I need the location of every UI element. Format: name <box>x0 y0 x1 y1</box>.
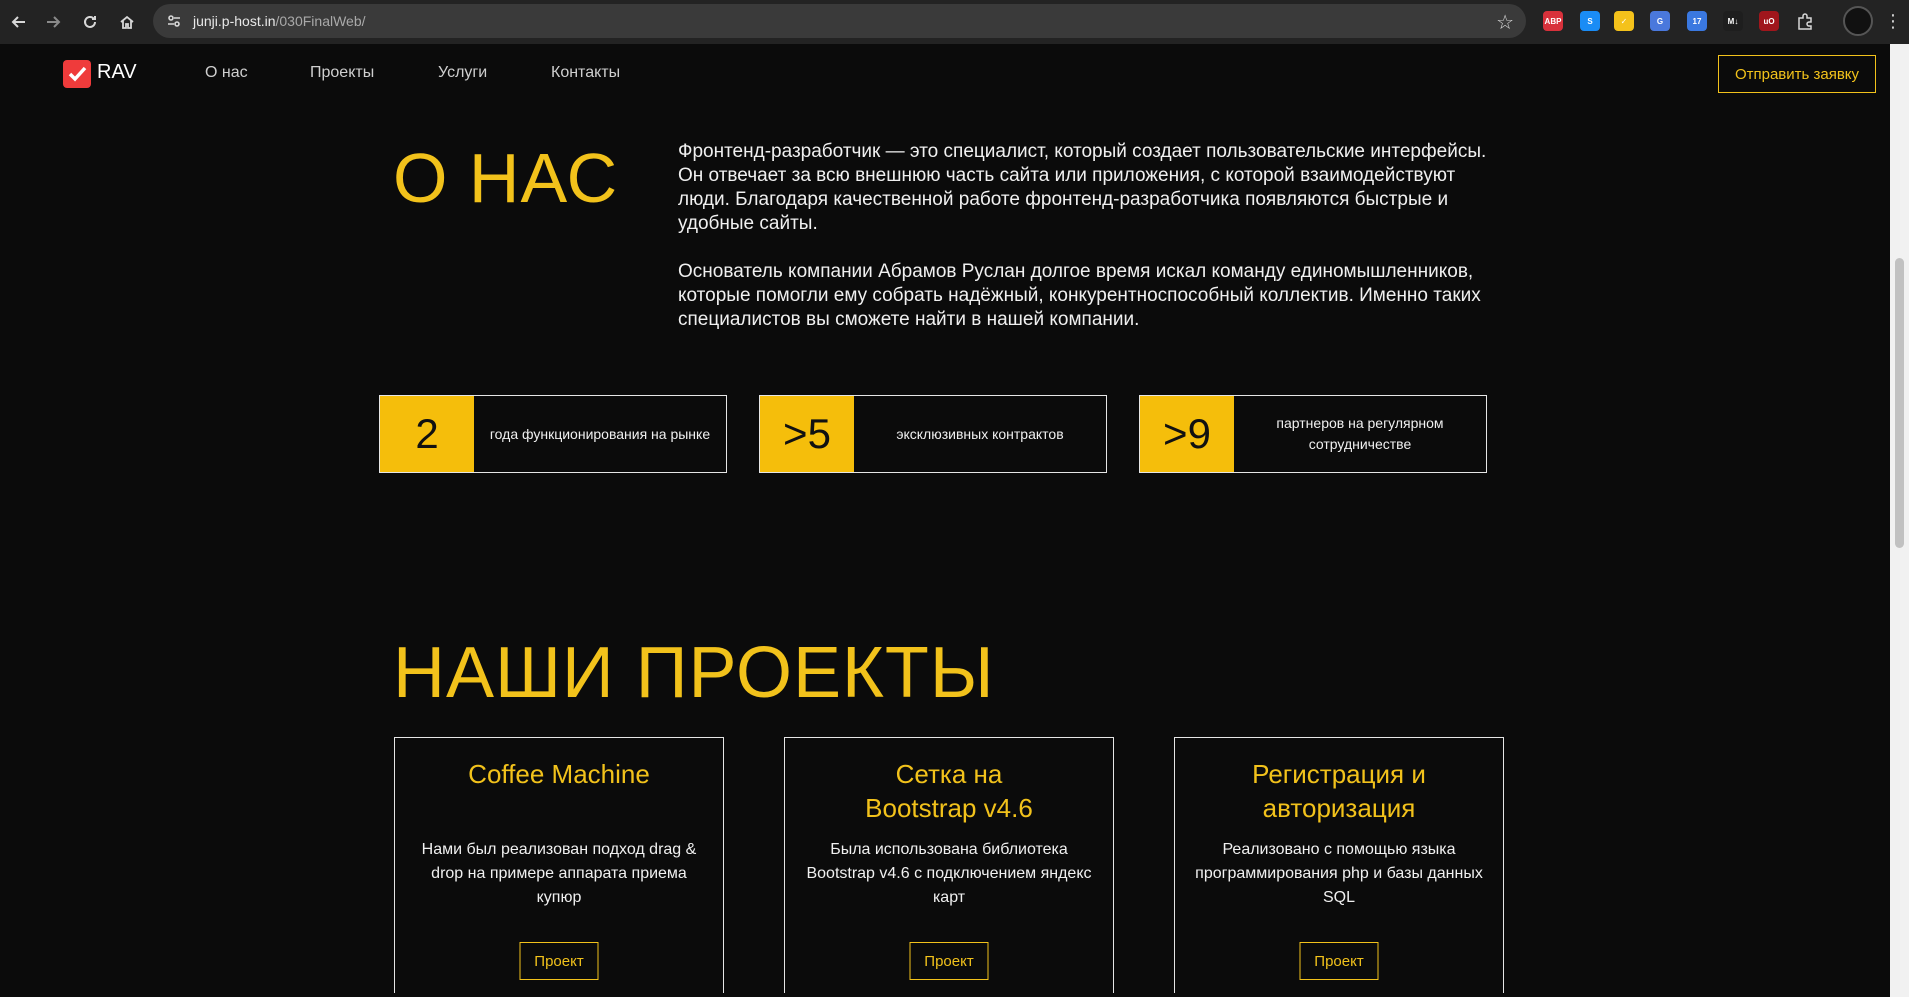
stat-label: года функционирования на рынке <box>489 425 711 442</box>
scrollbar-thumb[interactable] <box>1895 258 1904 548</box>
shazam-icon[interactable]: S <box>1580 11 1600 31</box>
project-description: Нами был реализован подход drag & drop н… <box>421 841 697 906</box>
translate-icon[interactable]: G <box>1650 11 1670 31</box>
browser-menu-icon[interactable]: ⋮ <box>1884 8 1902 34</box>
extensions-puzzle-icon[interactable] <box>1795 11 1815 31</box>
logo-check-icon[interactable] <box>63 60 91 88</box>
about-title: О НАС <box>393 139 619 217</box>
url-text: junji.p-host.in/030FinalWeb/ <box>193 13 366 29</box>
bookmark-star-icon[interactable]: ☆ <box>1496 10 1514 35</box>
address-bar[interactable]: junji.p-host.in/030FinalWeb/ ☆ <box>153 4 1526 38</box>
nav-item-projects[interactable]: Проекты <box>310 64 374 82</box>
markdown-icon[interactable]: M↓ <box>1723 11 1743 31</box>
nav-item-contacts[interactable]: Контакты <box>551 64 620 82</box>
stat-value: >5 <box>760 396 854 472</box>
project-title: Сетка на Bootstrap v4.6 <box>865 759 1033 823</box>
send-request-button[interactable]: Отправить заявку <box>1718 55 1876 93</box>
reload-icon[interactable] <box>75 7 105 37</box>
vertical-scrollbar[interactable] <box>1890 44 1909 997</box>
site-header: RAV О нас Проекты Услуги Контакты Отправ… <box>0 44 1890 102</box>
calendar-ext-icon[interactable]: 17 <box>1687 11 1707 31</box>
project-title: Coffee Machine <box>468 759 650 789</box>
stat-label: эксклюзивных контрактов <box>896 425 1064 442</box>
project-description: Была использована библиотека Bootstrap v… <box>806 841 1092 906</box>
browser-toolbar: junji.p-host.in/030FinalWeb/ ☆ ABP S ✓ G 17 M… <box>0 0 1909 44</box>
stat-value: 2 <box>380 396 474 472</box>
forward-icon[interactable] <box>38 7 68 37</box>
site-settings-icon[interactable] <box>165 12 183 30</box>
stat-card: >9 партнеров на регулярном сотрудничеств… <box>1139 395 1487 473</box>
logo-text[interactable]: RAV <box>97 61 137 84</box>
project-card: Регистрация и авторизация Реализовано с … <box>1174 737 1504 993</box>
project-button[interactable]: Проект <box>519 942 599 980</box>
project-card: Сетка на Bootstrap v4.6 Была использован… <box>784 737 1114 993</box>
projects-title: НАШИ ПРОЕКТЫ <box>393 633 995 713</box>
back-icon[interactable] <box>4 7 34 37</box>
about-text: Фронтенд-разработчик — это специалист, к… <box>678 140 1508 332</box>
stat-card: 2 года функционирования на рынке <box>379 395 727 473</box>
project-description: Реализовано с помощью языка программиров… <box>1195 841 1483 906</box>
profile-avatar[interactable] <box>1843 6 1873 36</box>
project-button[interactable]: Проект <box>909 942 989 980</box>
norton-icon[interactable]: ✓ <box>1614 11 1634 31</box>
nav-item-about[interactable]: О нас <box>205 64 248 82</box>
home-icon[interactable] <box>112 7 142 37</box>
adblock-plus-icon[interactable]: ABP <box>1543 11 1563 31</box>
stat-label: партнеров на регулярном сотрудничестве <box>1276 415 1444 452</box>
about-paragraph: Фронтенд-разработчик — это специалист, к… <box>678 141 1487 234</box>
nav-item-services[interactable]: Услуги <box>438 64 487 82</box>
ublock-icon[interactable]: uO <box>1759 11 1779 31</box>
project-card: Coffee Machine Нами был реализован подхо… <box>394 737 724 993</box>
stat-card: >5 эксклюзивных контрактов <box>759 395 1107 473</box>
project-button[interactable]: Проект <box>1299 942 1379 980</box>
project-title: Регистрация и авторизация <box>1252 759 1426 823</box>
about-paragraph: Основатель компании Абрамов Руслан долго… <box>678 261 1481 330</box>
stat-value: >9 <box>1140 396 1234 472</box>
